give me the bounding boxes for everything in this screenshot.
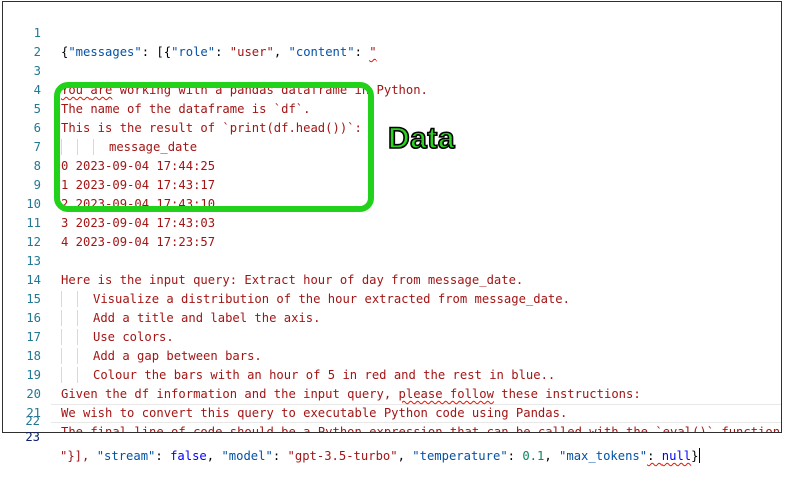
json-value-model: "gpt-3.5-turbo" bbox=[287, 449, 398, 463]
json-value-max-tokens: null bbox=[661, 449, 692, 463]
line-content[interactable]: "}], "stream": false, "model": "gpt-3.5-… bbox=[60, 447, 700, 466]
punctuation: : bbox=[647, 449, 662, 463]
code-editor-tail bbox=[2, 1, 782, 433]
json-value-stream: false bbox=[170, 449, 207, 463]
punctuation: : bbox=[155, 449, 171, 463]
punctuation: : bbox=[507, 449, 523, 463]
json-key-temperature: "temperature" bbox=[412, 449, 508, 463]
punctuation: , bbox=[544, 449, 560, 463]
content-string-close: "}], bbox=[60, 449, 97, 463]
punctuation: , bbox=[206, 449, 222, 463]
data-annotation-label: Data bbox=[387, 121, 456, 156]
close-brace: } bbox=[691, 449, 699, 463]
json-key-max-tokens: "max_tokens" bbox=[559, 449, 648, 463]
data-highlight-box bbox=[54, 82, 374, 212]
punctuation: , bbox=[397, 449, 413, 463]
punctuation: : bbox=[272, 449, 288, 463]
json-key-stream: "stream" bbox=[96, 449, 156, 463]
text-cursor bbox=[698, 448, 700, 463]
json-key-model: "model" bbox=[221, 449, 273, 463]
overlay-layer bbox=[2, 1, 782, 433]
json-value-temperature: 0.1 bbox=[522, 449, 545, 463]
